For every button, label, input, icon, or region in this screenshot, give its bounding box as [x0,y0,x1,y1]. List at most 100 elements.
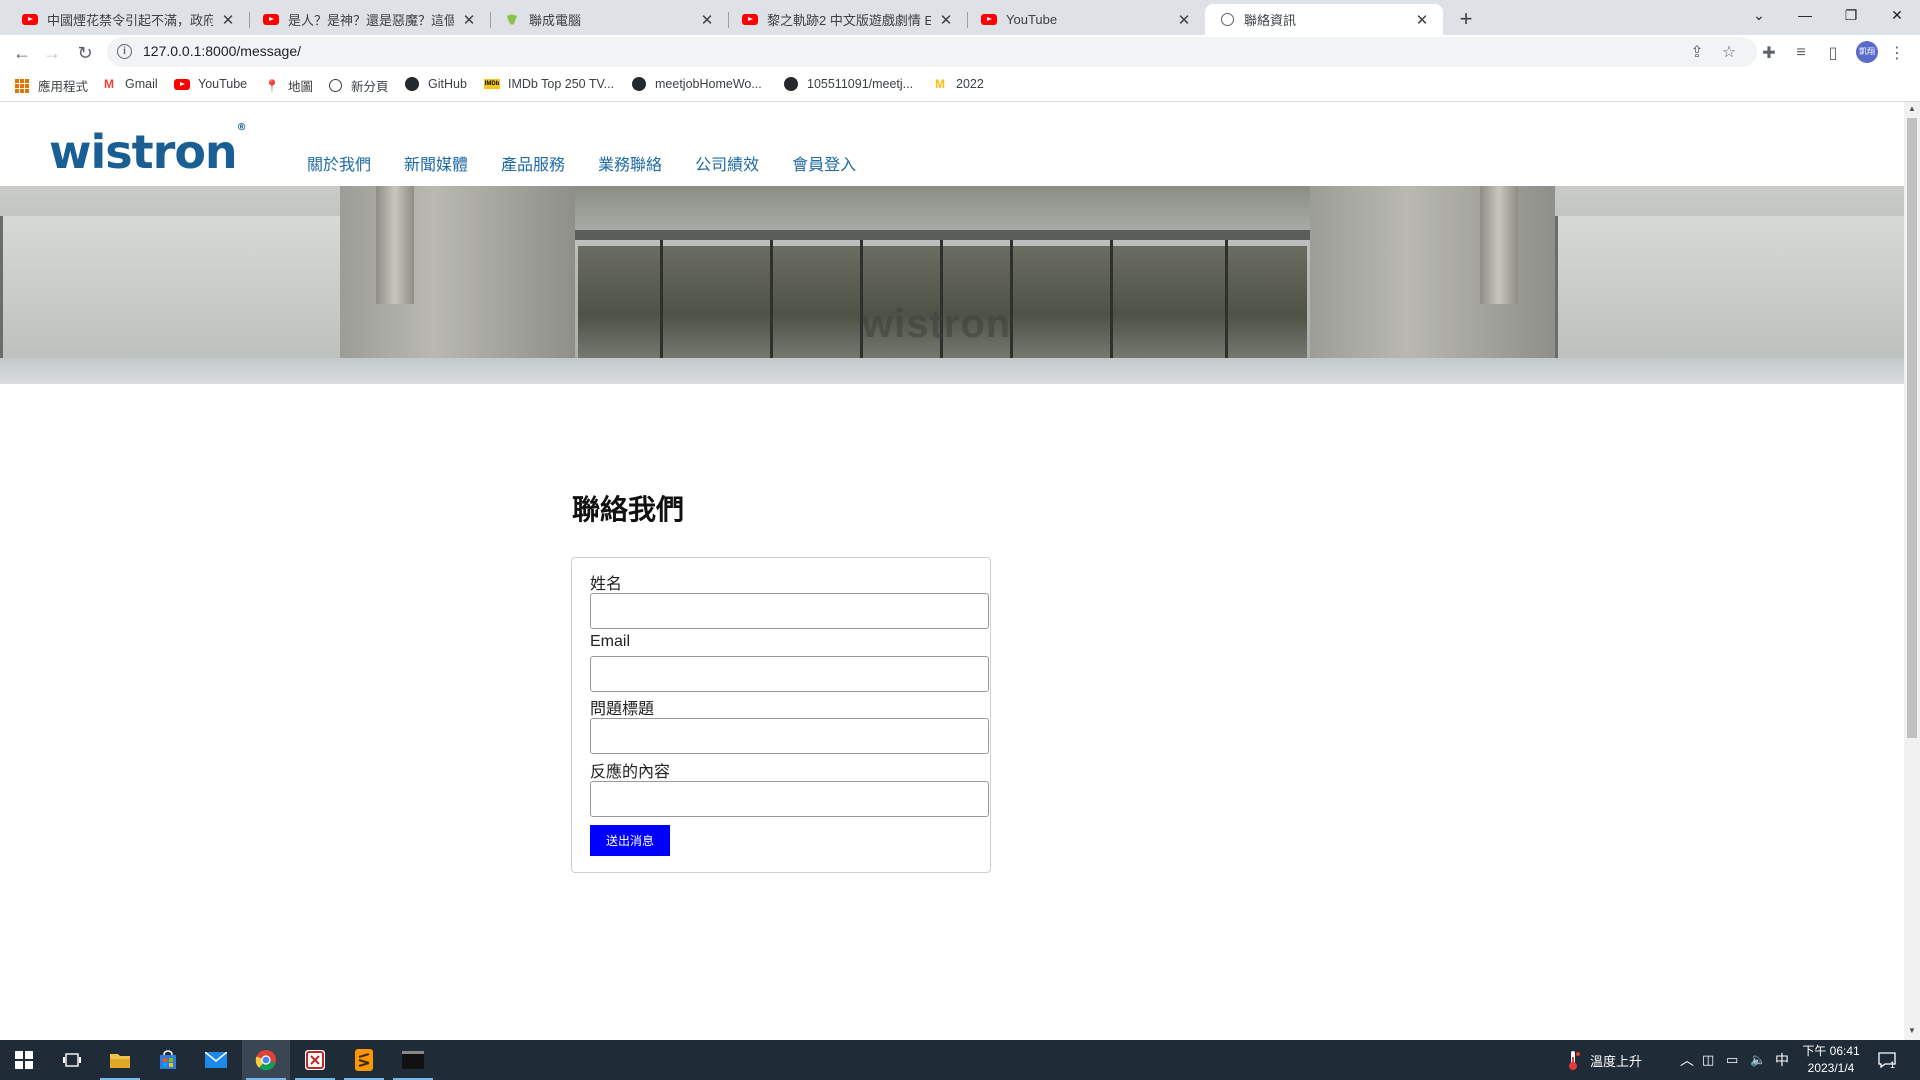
restore-button[interactable]: ❐ [1828,0,1874,30]
browser-tab[interactable]: 聯成電腦 ✕ [490,4,729,35]
github-icon [783,76,799,92]
terminal-icon [402,1051,424,1069]
mail-button[interactable] [192,1040,240,1080]
scroll-up-arrow-icon[interactable]: ▲ [1904,104,1920,116]
media-queue-icon[interactable]: ≡ [1790,43,1812,63]
network-icon[interactable]: ▭ [1726,1040,1738,1080]
close-tab-icon[interactable]: ✕ [937,11,955,29]
store-button[interactable] [144,1040,192,1080]
profile-avatar[interactable]: 凱翔 [1856,41,1878,63]
close-tab-icon[interactable]: ✕ [698,11,716,29]
nav-news[interactable]: 新聞媒體 [404,151,468,175]
side-panel-icon[interactable]: ▯ [1822,43,1844,63]
subject-input[interactable] [590,718,989,754]
site-info-icon[interactable]: i [117,44,132,59]
tab-search-icon[interactable]: ⌄ [1736,0,1782,30]
extensions-icon[interactable]: ✚ [1758,43,1780,63]
forward-icon[interactable]: → [38,39,66,67]
terminal-button[interactable] [389,1040,437,1080]
bookmark-label: YouTube [198,77,248,91]
bookmark-star-icon[interactable]: ☆ [1719,42,1739,62]
bookmark-label: Gmail [125,77,158,91]
bookmark-label: 105511091/meetj... [807,77,914,91]
browser-tab-active[interactable]: 聯絡資訊 ✕ [1205,4,1443,35]
weather-widget[interactable]: 溫度上升 [1566,1040,1642,1080]
bookmark-label: 2022 [956,77,984,91]
app-button[interactable] [291,1040,339,1080]
start-button[interactable] [0,1040,48,1080]
close-tab-icon[interactable]: ✕ [1175,11,1193,29]
nav-business-contact[interactable]: 業務聯絡 [598,151,662,175]
subject-label: 問題標題 [590,701,655,718]
bookmark-maps[interactable]: 📍 地圖 [264,76,314,95]
notification-center-icon[interactable]: 1 [1878,1040,1896,1080]
address-bar[interactable]: i 127.0.0.1:8000/message/ ⇪ ☆ [107,37,1757,67]
minimize-button[interactable]: — [1782,0,1828,30]
windows-taskbar: 溫度上升 ︿ ◫ ▭ 🔈 中 下午 06:41 2023/1/4 1 [0,1040,1920,1080]
bookmark-meetjob[interactable]: meetjobHomeWo... [631,76,762,92]
submit-button[interactable]: 送出消息 [590,825,670,856]
bookmark-label: 地圖 [288,80,314,94]
github-icon [404,76,420,92]
new-tab-button[interactable]: + [1453,6,1479,32]
browser-tab[interactable]: 中國煙花禁令引起不滿，政府公佈 ✕ [8,4,250,35]
bookmark-new-tab[interactable]: 新分頁 [327,76,389,95]
close-tab-icon[interactable]: ✕ [460,11,478,29]
file-explorer-button[interactable] [96,1040,144,1080]
show-hidden-icons-icon[interactable]: ︿ [1680,1040,1694,1080]
clock-date: 2023/1/4 [1807,1061,1855,1075]
sublime-text-button[interactable] [340,1040,388,1080]
app-icon [305,1050,325,1070]
page-scrollbar[interactable]: ▲ ▼ [1904,102,1920,1040]
gmail-icon: M [104,77,114,91]
site-logo[interactable]: wistron® [49,122,247,179]
bookmark-apps[interactable]: 應用程式 [14,76,88,95]
bookmark-repo[interactable]: 105511091/meetj... [783,76,913,92]
scrollbar-thumb[interactable] [1907,118,1917,738]
nav-performance[interactable]: 公司績效 [695,151,759,175]
email-input[interactable] [590,656,989,692]
mail-icon [205,1052,227,1068]
scroll-down-arrow-icon[interactable]: ▼ [1904,1026,1920,1038]
name-input[interactable] [590,593,989,629]
close-window-button[interactable]: ✕ [1874,0,1920,30]
task-view-button[interactable] [48,1040,96,1080]
bookmark-youtube[interactable]: YouTube [174,76,247,92]
youtube-icon [263,12,279,28]
browser-tab[interactable]: 是人？是神？還是惡魔？這個遊戲 ✕ [249,4,491,35]
nav-member-login[interactable]: 會員登入 [792,151,856,175]
url-text[interactable]: 127.0.0.1:8000/message/ [143,43,301,59]
reload-icon[interactable]: ↻ [71,39,99,67]
share-icon[interactable]: ⇪ [1687,42,1707,62]
apps-icon [14,78,30,94]
mcdonalds-icon: M [935,77,945,91]
hero-banner-image: wistron [0,186,1904,384]
volume-icon[interactable]: 🔈 [1750,1040,1766,1080]
store-icon [160,1050,176,1069]
close-tab-icon[interactable]: ✕ [1413,11,1431,29]
nav-about[interactable]: 關於我們 [307,151,371,175]
back-icon[interactable]: ← [8,39,36,67]
bookmark-imdb[interactable]: IMDb IMDb Top 250 TV... [484,76,614,92]
youtube-icon [981,12,997,28]
bookmark-2022[interactable]: M 2022 [932,76,984,92]
bookmark-gmail[interactable]: M Gmail [101,76,158,92]
chrome-button[interactable] [242,1040,290,1080]
onedrive-icon[interactable]: ◫ [1702,1040,1714,1080]
nav-products[interactable]: 產品服務 [501,151,565,175]
system-clock[interactable]: 下午 06:41 2023/1/4 [1796,1043,1866,1077]
menu-icon[interactable]: ⋮ [1886,43,1908,63]
message-input[interactable] [590,781,989,817]
tab-title: 是人？是神？還是惡魔？這個遊戲 [288,13,454,28]
close-tab-icon[interactable]: ✕ [219,11,237,29]
browser-toolbar: ← → ↻ i 127.0.0.1:8000/message/ ⇪ ☆ ✚ ≡ … [0,35,1920,69]
task-view-icon [63,1053,81,1067]
site-header: wistron® 關於我們 新聞媒體 產品服務 業務聯絡 公司績效 會員登入 [0,102,1904,186]
folder-icon [110,1054,130,1068]
browser-tab[interactable]: YouTube ✕ [967,4,1205,35]
browser-tab[interactable]: 黎之軌跡2 中文版遊戲劇情 Ep.3 ✕ [728,4,968,35]
bookmark-github[interactable]: GitHub [404,76,467,92]
ime-indicator[interactable]: 中 [1775,1040,1789,1080]
globe-icon [327,78,343,94]
bookmark-label: GitHub [428,77,467,91]
